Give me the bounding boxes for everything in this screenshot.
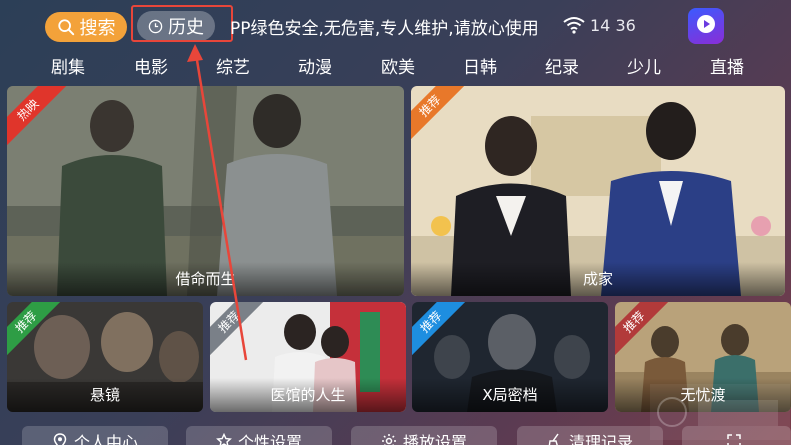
card-title: 悬镜 <box>7 378 203 412</box>
search-label: 搜索 <box>79 18 116 39</box>
more-button[interactable] <box>682 426 791 445</box>
wifi-icon <box>563 17 585 34</box>
personalization-button[interactable]: 个性设置 <box>186 426 332 445</box>
notice-marquee: PP绿色安全,无危害,专人维护,请放心使用 <box>230 14 552 40</box>
playback-settings-label: 播放设置 <box>402 433 467 445</box>
tab-movies[interactable]: 电影 <box>134 53 168 78</box>
gear-icon <box>381 434 396 445</box>
broom-icon <box>548 433 559 445</box>
media-card[interactable]: 热映 借命而生 <box>7 86 404 296</box>
playback-settings-button[interactable]: 播放设置 <box>351 426 497 445</box>
clock-time: 14 36 <box>590 16 636 35</box>
expand-icon <box>726 434 741 445</box>
media-card[interactable]: 推荐 成家 <box>411 86 785 296</box>
clear-history-label: 清理记录 <box>568 433 633 445</box>
tab-japan-korea[interactable]: 日韩 <box>463 53 497 78</box>
card-title: 医馆的人生 <box>210 378 406 412</box>
card-title: 成家 <box>411 262 785 296</box>
card-title: X局密档 <box>412 378 608 412</box>
app-logo[interactable] <box>688 8 724 44</box>
tab-live[interactable]: 直播 <box>710 53 744 78</box>
notice-text: PP绿色安全,无危害,专人维护,请放心使用 <box>230 19 539 39</box>
search-icon <box>57 19 74 36</box>
tab-documentary[interactable]: 纪录 <box>545 53 579 78</box>
personalization-label: 个性设置 <box>237 433 302 445</box>
tab-western[interactable]: 欧美 <box>381 53 415 78</box>
highlight-annotation-box <box>131 5 233 42</box>
tab-anime[interactable]: 动漫 <box>298 53 332 78</box>
star-icon <box>216 433 232 445</box>
media-card[interactable]: 推荐 X局密档 <box>412 302 608 412</box>
search-button[interactable]: 搜索 <box>45 12 127 42</box>
clear-history-button[interactable]: 清理记录 <box>517 426 663 445</box>
top-bar: 搜索 历史 PP绿色安全,无危害,专人维护,请放心使用 14 36 <box>0 0 791 50</box>
media-card[interactable]: 推荐 医馆的人生 <box>210 302 406 412</box>
card-title: 借命而生 <box>7 262 404 296</box>
personal-center-label: 个人中心 <box>73 433 138 445</box>
tab-kids[interactable]: 少儿 <box>627 53 661 78</box>
category-nav: 剧集 电影 综艺 动漫 欧美 日韩 纪录 少儿 直播 <box>0 50 791 82</box>
tab-variety[interactable]: 综艺 <box>216 53 250 78</box>
play-logo-icon <box>697 15 715 33</box>
media-card[interactable]: 推荐 悬镜 <box>7 302 203 412</box>
personal-center-button[interactable]: 个人中心 <box>22 426 168 445</box>
location-pin-icon <box>53 433 67 445</box>
tab-series[interactable]: 剧集 <box>51 53 85 78</box>
